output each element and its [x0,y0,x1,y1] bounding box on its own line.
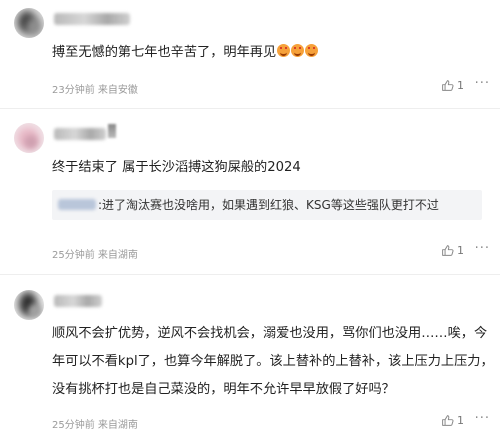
like-count: 1 [457,414,464,427]
avatar[interactable] [14,8,44,38]
more-options-button[interactable]: ··· [475,241,490,256]
quoted-text: :进了淘汰赛也没啥用，如果遇到红狼、KSG等这些强队更打不过 [98,198,439,212]
comment-item: 顺风不会扩优势，逆风不会找机会，溺爱也没用，骂你们也没用……唉，今 年可以不看k… [0,274,500,440]
comment-text-line: 顺风不会扩优势，逆风不会找机会，溺爱也没用，骂你们也没用……唉，今 [52,326,488,341]
location: 来自湖南 [97,250,138,261]
like-button[interactable]: 1 [441,414,464,427]
thumbs-up-icon [442,415,454,426]
timestamp: 23分钟前 [52,85,95,96]
like-button[interactable]: 1 [441,244,464,257]
location: 来自湖南 [97,420,138,431]
timestamp: 25分钟前 [52,250,95,261]
username-suffix [108,124,116,138]
location: 来自安徽 [97,85,138,96]
comment-text: 终于结束了 属于长沙滔搏这狗屎般的2024 [52,160,301,175]
more-options-button[interactable]: ··· [475,411,490,426]
reply-quote: :进了淘汰赛也没啥用，如果遇到红狼、KSG等这些强队更打不过 [52,190,482,220]
comment-text-line: 没有挑杯打也是自己菜没的，明年不允许早早放假了好吗？ [52,382,395,397]
comment-item: 搏至无憾的第七年也辛苦了，明年再见 23分钟前 来自安徽 1 ··· [0,0,500,112]
comment-text: 搏至无憾的第七年也辛苦了，明年再见 [52,41,319,64]
avatar[interactable] [14,123,44,153]
comment-item: 终于结束了 属于长沙滔搏这狗屎般的2024 :进了淘汰赛也没啥用，如果遇到红狼、… [0,108,500,278]
comment-meta: 23分钟前 来自安徽 [52,81,138,96]
comment-meta: 25分钟前 来自湖南 [52,416,138,431]
like-button[interactable]: 1 [441,79,464,92]
username[interactable] [54,13,130,25]
comment-text-line: 年可以不看kpl了，也算今年解脱了。该上替补的上替补，该上压力上压力， [52,354,494,369]
comment-meta: 25分钟前 来自湖南 [52,246,138,261]
laughing-crying-icon [277,44,291,57]
timestamp: 25分钟前 [52,420,95,431]
quoted-username[interactable] [58,199,96,210]
username[interactable] [54,128,106,140]
username[interactable] [54,295,102,307]
like-count: 1 [457,244,464,257]
laughing-crying-icon [291,44,305,57]
avatar[interactable] [14,290,44,320]
thumbs-up-icon [442,245,454,256]
thumbs-up-icon [442,80,454,91]
like-count: 1 [457,79,464,92]
more-options-button[interactable]: ··· [475,76,490,91]
laughing-crying-icon [305,44,319,57]
